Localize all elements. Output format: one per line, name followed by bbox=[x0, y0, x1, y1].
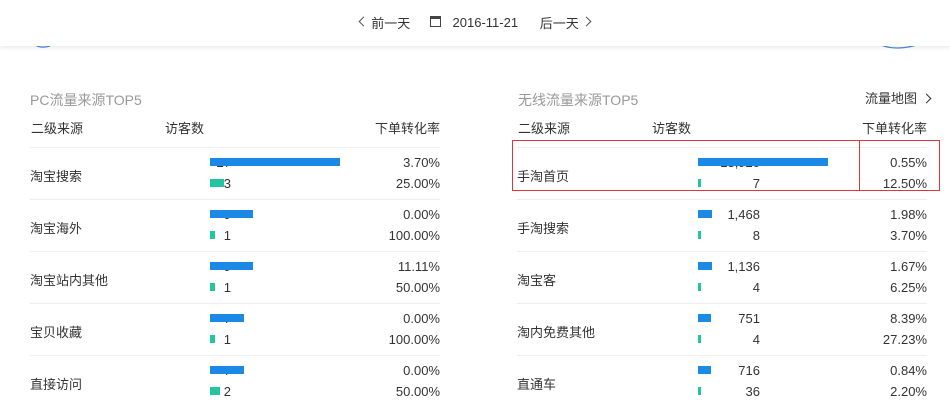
order-bar bbox=[698, 387, 701, 395]
table-row[interactable]: 淘宝海外910.00%100.00% bbox=[30, 199, 440, 251]
conversion-rate: 3.70% bbox=[403, 155, 440, 170]
source-name: 淘宝海外 bbox=[30, 221, 83, 236]
pc-header-source: 二级来源 bbox=[31, 121, 84, 136]
order-bar bbox=[210, 283, 215, 291]
visitor-bar bbox=[698, 314, 711, 322]
table-row[interactable]: 淘宝客 1,136 4 1.67% 6.25% bbox=[517, 251, 927, 303]
conversion-rate-secondary: 100.00% bbox=[388, 332, 440, 347]
order-visitor-count: 1 bbox=[223, 280, 231, 295]
table-row[interactable]: 淘宝站内其他9111.11%50.00% bbox=[30, 251, 440, 303]
table-row[interactable]: 直通车 716 36 0.84% 2.20% bbox=[517, 355, 927, 407]
mobile-panel-title: 无线流量来源TOP5 bbox=[518, 92, 639, 108]
conversion-rate: 0.00% bbox=[403, 311, 440, 326]
table-row[interactable]: 直接访问720.00%50.00% bbox=[30, 355, 440, 407]
visitor-bar bbox=[210, 262, 253, 270]
chevron-left-icon bbox=[358, 16, 369, 27]
prev-day-label: 前一天 bbox=[371, 16, 411, 31]
conversion-rate-secondary: 50.00% bbox=[395, 384, 440, 399]
row-divider bbox=[30, 355, 440, 356]
conversion-rate: 0.84% bbox=[890, 363, 927, 378]
source-name: 直接访问 bbox=[30, 377, 83, 392]
visitor-bar bbox=[210, 366, 244, 374]
source-name: 淘宝搜索 bbox=[30, 169, 83, 184]
conversion-rate-secondary: 3.70% bbox=[890, 228, 927, 243]
date-nav: 前一天 2016-11-21 后一天 bbox=[0, 13, 950, 32]
pc-header-visitors: 访客数 bbox=[165, 121, 205, 136]
order-bar bbox=[210, 335, 215, 343]
chevron-right-icon bbox=[921, 93, 932, 104]
table-row[interactable]: 淘内免费其他 751 4 8.39% 27.23% bbox=[517, 303, 927, 355]
conversion-rate: 1.67% bbox=[890, 259, 927, 274]
table-row[interactable]: 宝贝收藏710.00%100.00% bbox=[30, 303, 440, 355]
table-row[interactable]: 淘宝搜索2733.70%25.00% bbox=[30, 147, 440, 199]
conversion-rate-secondary: 27.23% bbox=[882, 332, 927, 347]
row-divider bbox=[517, 303, 927, 304]
visitor-bar bbox=[210, 314, 244, 322]
conversion-rate: 1.98% bbox=[890, 207, 927, 222]
order-bar bbox=[210, 231, 215, 239]
conversion-rate: 11.11% bbox=[397, 259, 440, 274]
source-name: 淘宝站内其他 bbox=[30, 273, 109, 288]
pc-panel-title: PC流量来源TOP5 bbox=[30, 92, 142, 108]
prev-day-button[interactable]: 前一天 bbox=[358, 13, 411, 32]
traffic-map-label: 流量地图 bbox=[865, 91, 918, 106]
conversion-rate-secondary: 2.20% bbox=[890, 384, 927, 399]
calendar-icon[interactable] bbox=[429, 16, 441, 27]
visitor-bar bbox=[210, 158, 340, 166]
next-day-label: 后一天 bbox=[539, 16, 579, 31]
visitor-bar bbox=[698, 210, 712, 218]
order-visitor-count: 2 bbox=[223, 384, 231, 399]
source-name: 淘宝客 bbox=[517, 273, 557, 288]
traffic-map-link[interactable]: 流量地图 bbox=[865, 88, 932, 107]
row-divider bbox=[30, 251, 440, 252]
conversion-rate-secondary: 6.25% bbox=[890, 280, 927, 295]
visitor-bar bbox=[698, 366, 711, 374]
next-day-button[interactable]: 后一天 bbox=[539, 13, 592, 32]
visitor-bar bbox=[698, 262, 712, 270]
table-row[interactable]: 手淘搜索 1,468 8 1.98% 3.70% bbox=[517, 199, 927, 251]
order-bar bbox=[698, 283, 701, 291]
date-nav-bar: 前一天 2016-11-21 后一天 bbox=[0, 0, 950, 46]
row-divider bbox=[30, 147, 440, 148]
row-divider bbox=[30, 303, 440, 304]
row-divider bbox=[517, 199, 927, 200]
conversion-rate-secondary: 100.00% bbox=[388, 228, 440, 243]
conversion-rate: 8.39% bbox=[890, 311, 927, 326]
conversion-rate-secondary: 50.00% bbox=[395, 280, 440, 295]
conversion-rate: 0.00% bbox=[403, 363, 440, 378]
source-name: 淘内免费其他 bbox=[517, 325, 596, 340]
order-bar bbox=[210, 179, 224, 187]
mobile-header-visitors: 访客数 bbox=[652, 121, 692, 136]
row-divider bbox=[30, 199, 440, 200]
source-name: 手淘搜索 bbox=[517, 221, 570, 236]
order-visitor-count: 1 bbox=[223, 228, 231, 243]
source-name: 直通车 bbox=[517, 377, 557, 392]
source-name: 宝贝收藏 bbox=[30, 325, 83, 340]
visitor-bar bbox=[210, 210, 253, 218]
highlight-box-conversion bbox=[859, 140, 940, 191]
conversion-rate-secondary: 25.00% bbox=[395, 176, 440, 191]
order-bar bbox=[698, 335, 701, 343]
mobile-header-source: 二级来源 bbox=[518, 121, 571, 136]
current-date[interactable]: 2016-11-21 bbox=[453, 15, 519, 30]
row-divider bbox=[517, 251, 927, 252]
mobile-header-conversion: 下单转化率 bbox=[861, 121, 927, 136]
order-bar bbox=[210, 387, 220, 395]
conversion-rate: 0.00% bbox=[403, 207, 440, 222]
chevron-right-icon bbox=[581, 16, 592, 27]
pc-header-conversion: 下单转化率 bbox=[374, 121, 440, 136]
order-bar bbox=[698, 231, 701, 239]
order-visitor-count: 1 bbox=[223, 332, 231, 347]
row-divider bbox=[517, 355, 927, 356]
